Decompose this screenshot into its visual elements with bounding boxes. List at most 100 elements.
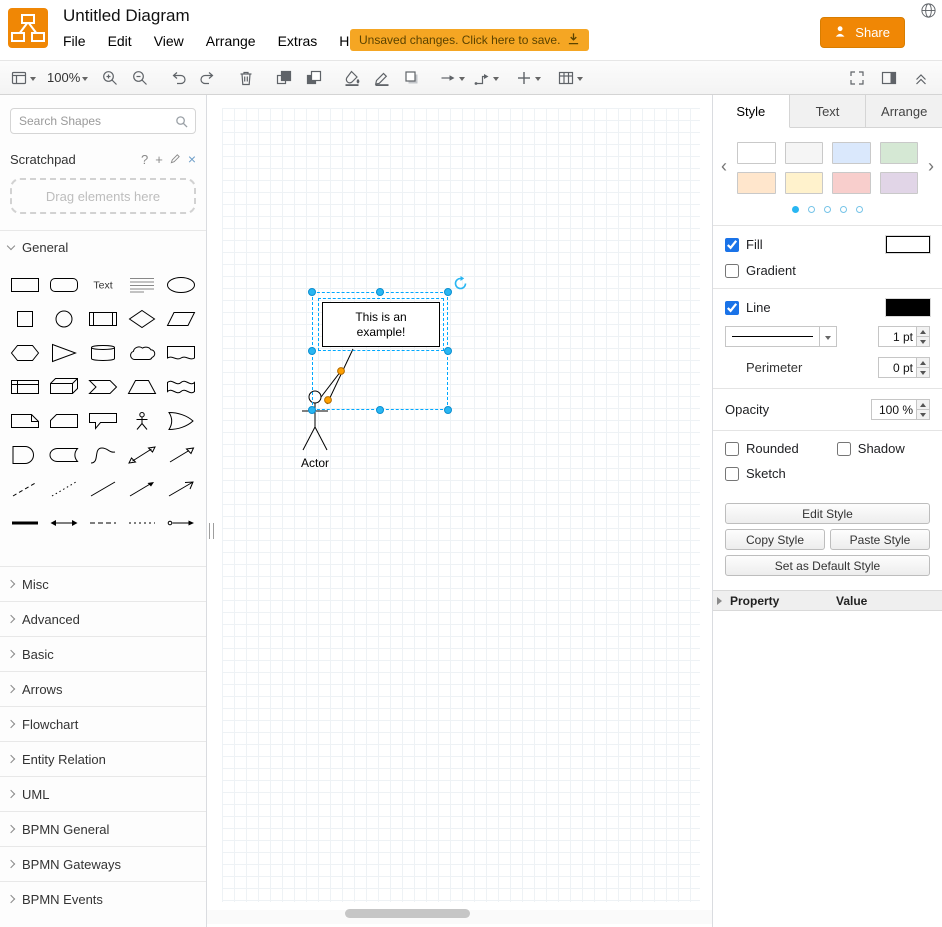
- shape-callout[interactable]: [84, 407, 121, 436]
- unsaved-changes-banner[interactable]: Unsaved changes. Click here to save.: [350, 29, 589, 51]
- shape-card[interactable]: [46, 407, 83, 436]
- shape-process[interactable]: [84, 305, 121, 334]
- diagram-canvas[interactable]: Actor This is an example!: [207, 95, 712, 927]
- shape-bidirectional-arrow[interactable]: [123, 441, 160, 470]
- shape-internal-storage[interactable]: [7, 373, 44, 402]
- style-swatch-5[interactable]: [785, 172, 824, 194]
- swatch-page-dot-3[interactable]: [840, 206, 847, 213]
- share-button[interactable]: Share: [820, 17, 905, 48]
- sidebar-section-general[interactable]: General: [0, 230, 206, 264]
- shape-link[interactable]: [162, 475, 199, 504]
- menu-file[interactable]: File: [63, 33, 86, 49]
- set-default-style-button[interactable]: Set as Default Style: [725, 555, 930, 576]
- shape-tape[interactable]: [162, 373, 199, 402]
- shape-cloud[interactable]: [123, 339, 160, 368]
- copy-style-button[interactable]: Copy Style: [725, 529, 825, 550]
- sketch-checkbox[interactable]: [725, 467, 739, 481]
- tab-arrange[interactable]: Arrange: [866, 95, 942, 128]
- opacity-input[interactable]: [872, 400, 916, 419]
- fill-color-swatch[interactable]: [886, 236, 930, 253]
- sidebar-section-flowchart[interactable]: Flowchart: [0, 706, 206, 741]
- horizontal-scrollbar-thumb[interactable]: [345, 909, 470, 918]
- style-swatch-6[interactable]: [832, 172, 871, 194]
- language-globe-icon[interactable]: [920, 2, 938, 20]
- shape-dotted-edge[interactable]: [123, 509, 160, 538]
- shape-dashed-line[interactable]: [7, 475, 44, 504]
- shape-directional-connector[interactable]: [123, 475, 160, 504]
- shape-rounded-rectangle[interactable]: [46, 271, 83, 300]
- tab-style[interactable]: Style: [713, 95, 790, 128]
- sidebar-resize-grip[interactable]: [209, 523, 214, 539]
- shape-textbox[interactable]: [123, 271, 160, 300]
- shape-curve[interactable]: [84, 441, 121, 470]
- style-swatch-2[interactable]: [832, 142, 871, 164]
- line-checkbox[interactable]: [725, 301, 739, 315]
- horizontal-scrollbar[interactable]: [207, 910, 712, 924]
- resize-handle[interactable]: [444, 406, 452, 414]
- shape-rectangle[interactable]: [7, 271, 44, 300]
- shape-actor[interactable]: [123, 407, 160, 436]
- spinner-up-icon[interactable]: [917, 358, 929, 368]
- line-style-select[interactable]: [725, 326, 837, 347]
- search-shapes-input[interactable]: [10, 108, 196, 134]
- resize-handle[interactable]: [308, 288, 316, 296]
- spinner-down-icon[interactable]: [917, 368, 929, 377]
- table-button[interactable]: [557, 66, 583, 90]
- shape-parallelogram[interactable]: [162, 305, 199, 334]
- style-swatch-7[interactable]: [880, 172, 919, 194]
- line-color-button[interactable]: [371, 66, 393, 90]
- shape-triangle[interactable]: [46, 339, 83, 368]
- resize-handle[interactable]: [308, 406, 316, 414]
- shape-step[interactable]: [84, 373, 121, 402]
- style-swatch-0[interactable]: [737, 142, 776, 164]
- rounded-checkbox[interactable]: [725, 442, 739, 456]
- gradient-checkbox[interactable]: [725, 264, 739, 278]
- resize-handle[interactable]: [444, 347, 452, 355]
- delete-button[interactable]: [235, 66, 257, 90]
- paste-style-button[interactable]: Paste Style: [830, 529, 930, 550]
- swatch-page-dot-1[interactable]: [808, 206, 815, 213]
- spinner-down-icon[interactable]: [917, 337, 929, 346]
- sidebar-section-bpmn-general[interactable]: BPMN General: [0, 811, 206, 846]
- fullscreen-button[interactable]: [846, 66, 868, 90]
- shadow-checkbox[interactable]: [837, 442, 851, 456]
- scratchpad-edit-icon[interactable]: [170, 152, 181, 167]
- swatch-page-dot-0[interactable]: [792, 206, 799, 213]
- swatch-prev-icon[interactable]: ‹: [717, 154, 731, 178]
- sidebar-section-bpmn-gateways[interactable]: BPMN Gateways: [0, 846, 206, 881]
- redo-button[interactable]: [197, 66, 219, 90]
- scratchpad-close-icon[interactable]: ×: [188, 151, 196, 167]
- swatch-page-dot-2[interactable]: [824, 206, 831, 213]
- format-panel-toggle-button[interactable]: [878, 66, 900, 90]
- resize-handle[interactable]: [308, 347, 316, 355]
- shape-arrow[interactable]: [162, 441, 199, 470]
- connection-style-button[interactable]: [439, 66, 465, 90]
- actor-label[interactable]: Actor: [291, 456, 339, 470]
- shape-hexagon[interactable]: [7, 339, 44, 368]
- style-swatch-4[interactable]: [737, 172, 776, 194]
- menu-extras[interactable]: Extras: [278, 33, 318, 49]
- insert-button[interactable]: [515, 66, 541, 90]
- line-color-swatch[interactable]: [886, 299, 930, 316]
- waypoint-style-button[interactable]: [473, 66, 499, 90]
- swatch-page-dot-4[interactable]: [856, 206, 863, 213]
- sidebar-section-arrows[interactable]: Arrows: [0, 671, 206, 706]
- undo-button[interactable]: [167, 66, 189, 90]
- spinner-down-icon[interactable]: [917, 410, 929, 419]
- shape-line[interactable]: [84, 475, 121, 504]
- canvas-grid-page[interactable]: [222, 108, 700, 902]
- menu-edit[interactable]: Edit: [108, 33, 132, 49]
- menu-view[interactable]: View: [154, 33, 184, 49]
- zoom-level-button[interactable]: 100%: [44, 66, 91, 90]
- shape-diamond[interactable]: [123, 305, 160, 334]
- shape-arrow-edge[interactable]: [162, 509, 199, 538]
- sidebar-section-entity-relation[interactable]: Entity Relation: [0, 741, 206, 776]
- style-swatch-1[interactable]: [785, 142, 824, 164]
- shape-note[interactable]: [7, 407, 44, 436]
- shape-cylinder[interactable]: [84, 339, 121, 368]
- scratchpad-header[interactable]: Scratchpad ? + ×: [0, 144, 206, 174]
- resize-handle[interactable]: [376, 288, 384, 296]
- fill-color-button[interactable]: [341, 66, 363, 90]
- sidebar-section-uml[interactable]: UML: [0, 776, 206, 811]
- shape-and[interactable]: [7, 441, 44, 470]
